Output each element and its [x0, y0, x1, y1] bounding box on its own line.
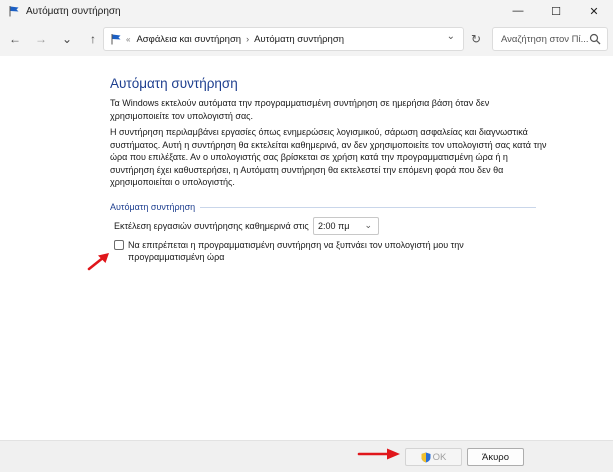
- uac-shield-icon: [421, 452, 431, 462]
- details-paragraph: Η συντήρηση περιλαμβάνει εργασίες όπως ε…: [110, 127, 547, 187]
- recent-locations-button[interactable]: ⌄: [56, 28, 78, 50]
- forward-button[interactable]: →: [30, 28, 52, 50]
- run-time-label: Εκτέλεση εργασιών συντήρησης καθημερινά …: [114, 221, 309, 231]
- search-box[interactable]: [492, 27, 608, 51]
- wake-computer-label[interactable]: Να επιτρέπεται η προγραμματισμένη συντήρ…: [128, 239, 508, 263]
- section-divider: [200, 207, 536, 208]
- page-title: Αυτόματη συντήρηση: [110, 76, 238, 91]
- wake-computer-checkbox[interactable]: [114, 240, 124, 250]
- forward-arrow-icon: →: [35, 32, 47, 46]
- ok-button-label: OK: [432, 451, 447, 463]
- title-bar: Αυτόματη συντήρηση — ☐ ✕: [0, 0, 613, 22]
- ok-button[interactable]: OK: [405, 448, 462, 466]
- dialog-footer: OK Άκυρο: [0, 440, 613, 472]
- close-button[interactable]: ✕: [575, 0, 613, 22]
- navigation-bar: ← → ⌄ ↑ « Ασφάλεια και συντήρηση › Αυτόμ…: [0, 22, 613, 56]
- address-overflow-icon[interactable]: «: [126, 35, 130, 44]
- time-select[interactable]: 2:00 πμ ⌄: [313, 217, 379, 235]
- breadcrumb-separator-icon[interactable]: ›: [246, 34, 249, 44]
- back-button[interactable]: ←: [4, 28, 26, 50]
- back-arrow-icon: ←: [9, 32, 21, 46]
- breadcrumb-automatic-maintenance[interactable]: Αυτόματη συντήρηση: [254, 34, 344, 45]
- up-button[interactable]: ↑: [82, 28, 104, 50]
- time-select-value: 2:00 πμ: [318, 221, 350, 231]
- refresh-button[interactable]: ↻: [468, 31, 484, 47]
- maximize-icon: ☐: [551, 5, 561, 18]
- chevron-down-icon: ⌄: [61, 32, 73, 46]
- description-paragraph: Τα Windows εκτελούν αυτόματα την προγραμ…: [110, 98, 490, 121]
- address-dropdown-icon[interactable]: ⌄: [447, 31, 455, 42]
- maximize-button[interactable]: ☐: [537, 0, 575, 22]
- cancel-button[interactable]: Άκυρο: [467, 448, 524, 466]
- cancel-button-label: Άκυρο: [482, 451, 509, 463]
- close-icon: ✕: [589, 5, 599, 18]
- main-content: Αυτόματη συντήρηση Τα Windows εκτελούν α…: [0, 56, 613, 440]
- chevron-down-icon: ⌄: [364, 220, 372, 230]
- window-title: Αυτόματη συντήρηση: [26, 5, 121, 17]
- search-input[interactable]: [501, 33, 593, 45]
- refresh-icon: ↻: [470, 32, 482, 46]
- up-arrow-icon: ↑: [90, 32, 96, 46]
- annotation-arrow-icon: [357, 448, 400, 460]
- breadcrumb-security-maintenance[interactable]: Ασφάλεια και συντήρηση: [136, 34, 241, 45]
- minimize-button[interactable]: —: [499, 0, 537, 22]
- minimize-icon: —: [512, 5, 524, 17]
- search-icon[interactable]: [589, 33, 601, 45]
- window-controls: — ☐ ✕: [499, 0, 613, 22]
- maintenance-flag-icon: [111, 34, 121, 45]
- section-label: Αυτόματη συντήρηση: [110, 202, 196, 212]
- annotation-arrow-icon: [87, 253, 109, 271]
- address-bar[interactable]: « Ασφάλεια και συντήρηση › Αυτόματη συντ…: [103, 27, 464, 51]
- maintenance-flag-icon: [9, 6, 19, 17]
